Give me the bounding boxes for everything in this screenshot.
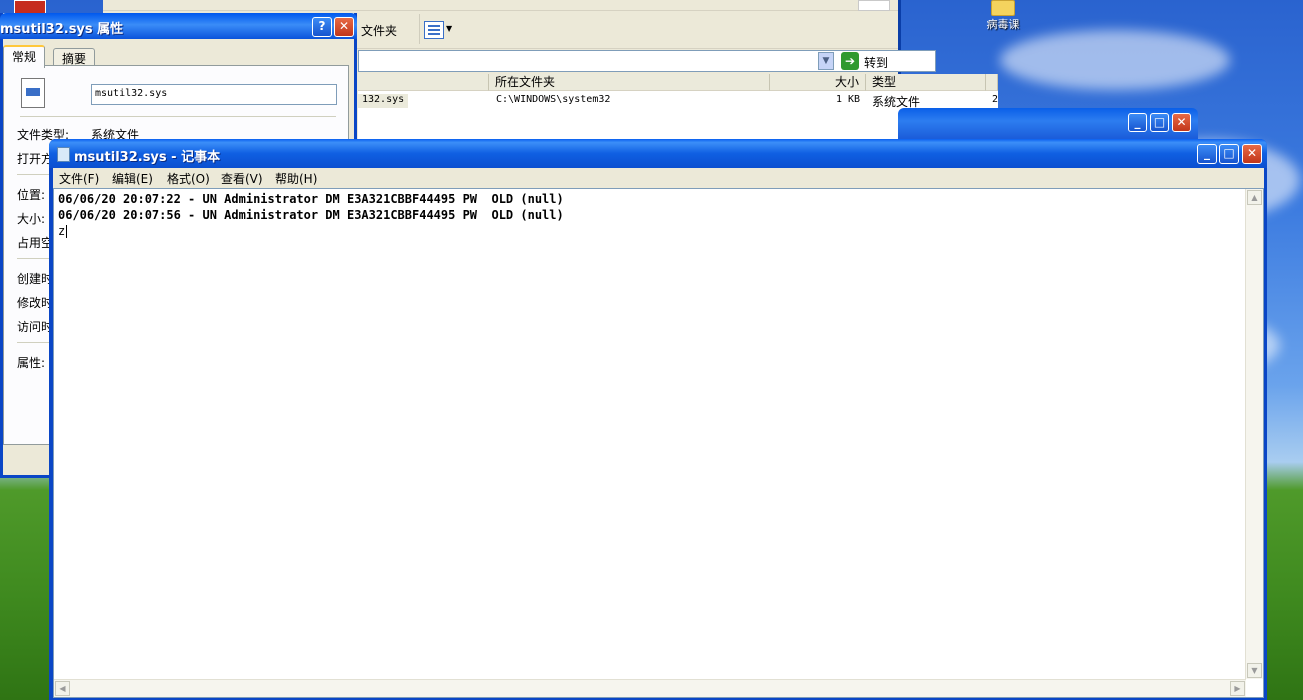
minimize-button[interactable]: _ <box>1197 144 1217 164</box>
menu-file[interactable]: 文件(F) <box>59 170 99 187</box>
go-button[interactable]: 转到 <box>864 54 888 71</box>
notepad-icon <box>57 147 70 162</box>
address-dropdown-button[interactable]: ▼ <box>818 52 834 70</box>
scroll-right-icon[interactable]: ▶ <box>1230 681 1245 696</box>
scroll-up-icon[interactable]: ▲ <box>1247 190 1262 205</box>
close-button[interactable]: ✕ <box>1172 113 1191 132</box>
filename-field[interactable]: msutil32.sys <box>91 84 337 105</box>
column-header-more[interactable] <box>986 74 998 91</box>
text-line: z <box>58 224 66 238</box>
file-name-cell[interactable]: 132.sys <box>362 94 404 105</box>
views-icon <box>424 21 444 39</box>
column-header-name[interactable] <box>358 74 489 91</box>
created-label: 创建时 <box>17 272 54 286</box>
size-label: 大小: <box>17 212 46 226</box>
cloud <box>1000 30 1230 90</box>
scroll-left-icon[interactable]: ◀ <box>55 681 70 696</box>
properties-title: msutil32.sys 属性 <box>0 22 124 37</box>
windows-logo-icon <box>858 0 890 11</box>
close-button[interactable]: ✕ <box>1242 144 1262 164</box>
menu-view[interactable]: 查看(V) <box>221 170 263 187</box>
system-file-icon <box>21 78 45 108</box>
shortcut-icon[interactable] <box>14 0 46 14</box>
size-on-disk-label: 占用空 <box>17 236 54 250</box>
help-button[interactable]: ? <box>312 17 332 37</box>
folder-icon <box>991 0 1015 16</box>
vertical-scrollbar[interactable]: ▲ ▼ <box>1245 189 1263 679</box>
close-button[interactable]: ✕ <box>334 17 354 37</box>
desktop-folder-label: 病毒课 <box>986 18 1020 31</box>
maximize-button[interactable]: □ <box>1150 113 1169 132</box>
explorer-menubar <box>103 0 898 11</box>
desktop-folder-icon[interactable]: 病毒课 <box>980 0 1026 32</box>
notepad-text-area[interactable]: 06/06/20 20:07:22 - UN Administrator DM … <box>53 188 1264 698</box>
go-arrow-icon[interactable]: ➔ <box>841 52 859 70</box>
modified-label: 修改时 <box>17 296 54 310</box>
tab-general[interactable]: 常规 <box>3 45 46 68</box>
file-size-cell: 1 KB <box>836 94 861 105</box>
background-window-titlebar[interactable]: _ □ ✕ <box>898 108 1198 140</box>
location-label: 位置: <box>17 188 46 202</box>
properties-titlebar[interactable]: msutil32.sys 属性 ? ✕ <box>0 13 357 39</box>
folders-button[interactable]: 文件夹 <box>361 22 397 39</box>
file-folder-cell: C:\WINDOWS\system32 <box>496 94 611 105</box>
chevron-down-icon: ▼ <box>446 24 453 33</box>
notepad-titlebar[interactable]: msutil32.sys - 记事本 _ □ ✕ <box>49 139 1267 168</box>
divider <box>20 116 336 117</box>
opens-with-label: 打开方 <box>17 152 54 166</box>
file-extra-cell: 2 <box>992 94 999 105</box>
column-header-folder[interactable]: 所在文件夹 <box>489 74 770 91</box>
text-line: 06/06/20 20:07:56 - UN Administrator DM … <box>58 208 564 222</box>
notepad-title: msutil32.sys - 记事本 <box>74 150 221 165</box>
horizontal-scrollbar[interactable]: ◀ ▶ <box>54 679 1246 697</box>
text-line: 06/06/20 20:07:22 - UN Administrator DM … <box>58 192 564 206</box>
scroll-down-icon[interactable]: ▼ <box>1247 663 1262 678</box>
views-button[interactable]: ▼ <box>419 14 456 44</box>
accessed-label: 访问时 <box>17 320 54 334</box>
menu-edit[interactable]: 编辑(E) <box>112 170 153 187</box>
attributes-label: 属性: <box>17 356 46 370</box>
maximize-button[interactable]: □ <box>1219 144 1239 164</box>
menu-format[interactable]: 格式(O) <box>167 170 210 187</box>
text-caret <box>66 225 67 238</box>
minimize-button[interactable]: _ <box>1128 113 1147 132</box>
notepad-menubar: 文件(F) 编辑(E) 格式(O) 查看(V) 帮助(H) <box>53 168 1264 188</box>
column-header-type[interactable]: 类型 <box>866 74 986 91</box>
menu-help[interactable]: 帮助(H) <box>275 170 317 187</box>
column-header-size[interactable]: 大小 <box>770 74 866 91</box>
